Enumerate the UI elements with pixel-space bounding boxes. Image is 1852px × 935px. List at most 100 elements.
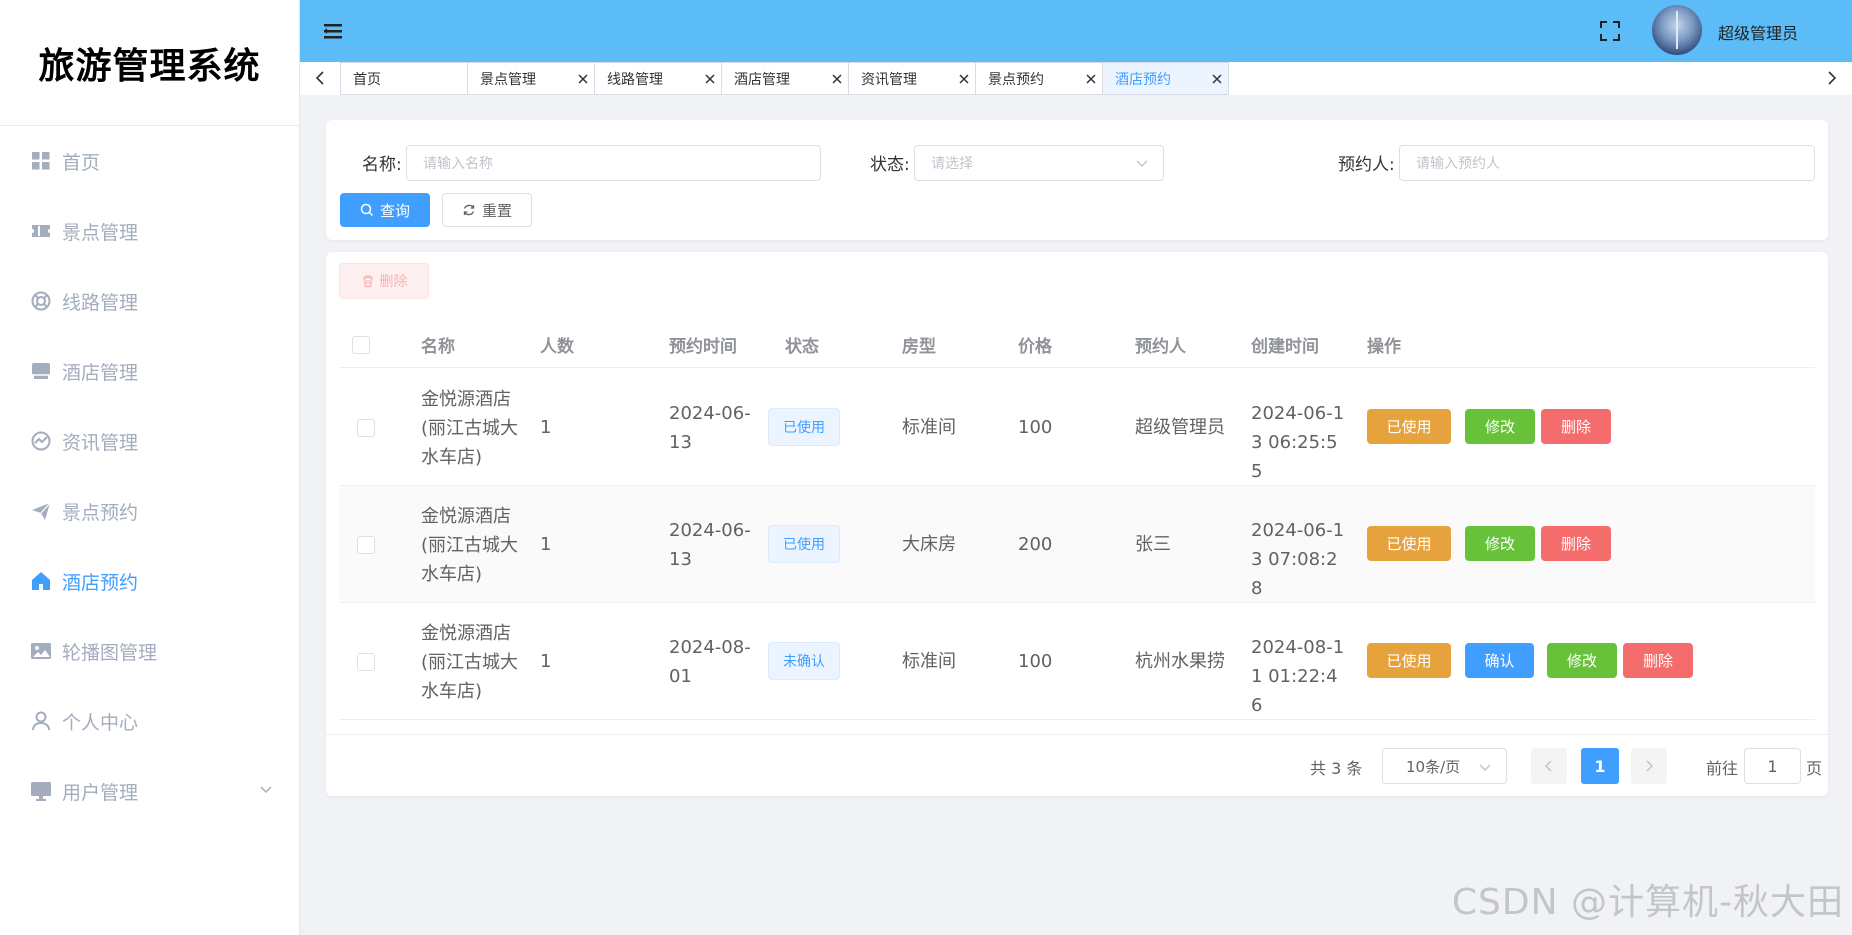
mark-used-button[interactable]: 已使用 bbox=[1367, 526, 1451, 561]
delete-button[interactable]: 删除 bbox=[1541, 409, 1611, 444]
cell-room-type: 标准间 bbox=[902, 651, 956, 672]
tab-routes[interactable]: 线路管理 bbox=[594, 62, 721, 95]
sidebar-item-routes[interactable]: 线路管理 bbox=[0, 266, 299, 336]
booker-input[interactable]: 请输入预约人 bbox=[1399, 145, 1815, 181]
tab-hotel-booking[interactable]: 酒店预约 bbox=[1102, 62, 1229, 95]
mark-used-button[interactable]: 已使用 bbox=[1367, 409, 1451, 444]
column-header: 名称 bbox=[421, 337, 455, 357]
sidebar-item-attractions[interactable]: 景点管理 bbox=[0, 196, 299, 266]
close-icon[interactable] bbox=[576, 72, 590, 86]
cell-booking-time: 2024-06-13 bbox=[669, 520, 751, 570]
tab-home[interactable]: 首页 bbox=[340, 62, 467, 95]
confirm-button[interactable]: 确认 bbox=[1465, 643, 1534, 678]
status-select[interactable]: 请选择 bbox=[914, 145, 1164, 181]
cell-booking-time: 2024-08-01 bbox=[669, 637, 751, 687]
page-number-current[interactable]: 1 bbox=[1581, 748, 1619, 784]
sidebar-item-users[interactable]: 用户管理 bbox=[0, 756, 299, 826]
goto-page-input[interactable]: 1 bbox=[1744, 748, 1801, 784]
ticket-icon bbox=[30, 220, 52, 242]
close-icon[interactable] bbox=[1084, 72, 1098, 86]
column-header: 状态 bbox=[785, 337, 819, 357]
search-panel: 名称: 请输入名称 状态: 请选择 预约人: 请输入预约人 查询 重置 bbox=[326, 120, 1828, 240]
picture-icon bbox=[30, 640, 52, 662]
page-size-value: 10条/页 bbox=[1406, 757, 1461, 776]
search-icon bbox=[360, 203, 374, 217]
status-badge: 已使用 bbox=[768, 525, 840, 563]
next-page-button[interactable] bbox=[1631, 748, 1667, 784]
prev-page-button[interactable] bbox=[1531, 748, 1567, 784]
watermark: CSDN @计算机-秋大田 bbox=[1451, 882, 1844, 923]
mark-used-button[interactable]: 已使用 bbox=[1367, 643, 1451, 678]
user-icon bbox=[30, 710, 52, 732]
query-button-label: 查询 bbox=[379, 201, 410, 220]
sidebar-menu: 首页 景点管理 线路管理 酒店管理 资讯管理 景点预约 酒店预约 轮播图管理 个… bbox=[0, 126, 299, 826]
tab-label: 景点预约 bbox=[988, 71, 1044, 88]
chevron-right-icon[interactable] bbox=[1824, 70, 1840, 86]
sidebar-item-carousel[interactable]: 轮播图管理 bbox=[0, 616, 299, 686]
name-label: 名称: bbox=[362, 155, 402, 175]
home-icon bbox=[30, 570, 52, 592]
batch-delete-label: 删除 bbox=[379, 274, 408, 290]
delete-button[interactable]: 删除 bbox=[1541, 526, 1611, 561]
reset-button[interactable]: 重置 bbox=[442, 193, 532, 227]
status-badge: 未确认 bbox=[768, 642, 840, 680]
close-icon[interactable] bbox=[830, 72, 844, 86]
sidebar-item-home[interactable]: 首页 bbox=[0, 126, 299, 196]
avatar[interactable] bbox=[1652, 5, 1702, 55]
user-name[interactable]: 超级管理员 bbox=[1718, 20, 1798, 44]
delete-button[interactable]: 删除 bbox=[1623, 643, 1693, 678]
sidebar-item-profile[interactable]: 个人中心 bbox=[0, 686, 299, 756]
row-checkbox[interactable] bbox=[357, 653, 375, 671]
tab-label: 首页 bbox=[353, 71, 381, 88]
edit-button[interactable]: 修改 bbox=[1465, 526, 1535, 561]
tab-news[interactable]: 资讯管理 bbox=[848, 62, 975, 95]
close-icon[interactable] bbox=[957, 72, 971, 86]
send-icon bbox=[30, 500, 52, 522]
pager-total: 共 3 条 bbox=[1310, 759, 1363, 778]
tab-attraction-booking[interactable]: 景点预约 bbox=[975, 62, 1102, 95]
sidebar-item-label: 轮播图管理 bbox=[62, 641, 158, 664]
sidebar-item-attraction-booking[interactable]: 景点预约 bbox=[0, 476, 299, 546]
status-select-placeholder: 请选择 bbox=[931, 156, 973, 172]
row-checkbox[interactable] bbox=[357, 419, 375, 437]
row-checkbox[interactable] bbox=[357, 536, 375, 554]
tab-attractions[interactable]: 景点管理 bbox=[467, 62, 594, 95]
cell-price: 200 bbox=[1018, 534, 1053, 555]
tab-label: 资讯管理 bbox=[861, 71, 917, 88]
sidebar-item-label: 酒店管理 bbox=[62, 361, 139, 384]
chevron-down-icon bbox=[260, 786, 272, 794]
grid-icon bbox=[30, 150, 52, 172]
page-size-select[interactable]: 10条/页 bbox=[1382, 748, 1507, 784]
fullscreen-icon[interactable] bbox=[1598, 19, 1622, 43]
sidebar-item-label: 个人中心 bbox=[62, 711, 139, 734]
cell-name: 金悦源酒店(丽江古城大水车店) bbox=[421, 506, 519, 585]
hamburger-icon[interactable] bbox=[322, 20, 344, 42]
close-icon[interactable] bbox=[1210, 72, 1224, 86]
close-icon[interactable] bbox=[703, 72, 717, 86]
tab-label: 景点管理 bbox=[480, 71, 536, 88]
cell-price: 100 bbox=[1018, 651, 1053, 672]
table-row: 金悦源酒店(丽江古城大水车店) 1 2024-08-01 未确认 标准间 100… bbox=[339, 603, 1815, 720]
edit-button[interactable]: 修改 bbox=[1465, 409, 1535, 444]
goto-label: 前往 bbox=[1706, 759, 1739, 778]
trash-icon bbox=[362, 275, 373, 288]
sidebar-item-news[interactable]: 资讯管理 bbox=[0, 406, 299, 476]
app-title: 旅游管理系统 bbox=[0, 0, 299, 126]
query-button[interactable]: 查询 bbox=[340, 193, 430, 227]
batch-delete-button[interactable]: 删除 bbox=[339, 263, 429, 299]
monitor-icon bbox=[30, 780, 52, 802]
tab-label: 酒店预约 bbox=[1115, 71, 1171, 88]
tab-label: 酒店管理 bbox=[734, 71, 790, 88]
tab-hotels[interactable]: 酒店管理 bbox=[721, 62, 848, 95]
select-all-checkbox[interactable] bbox=[352, 336, 370, 354]
column-header: 人数 bbox=[540, 337, 574, 357]
cell-booker: 张三 bbox=[1135, 534, 1171, 555]
sidebar-item-label: 景点管理 bbox=[62, 221, 139, 244]
table-header: 名称 人数 预约时间 状态 房型 价格 预约人 创建时间 操作 bbox=[339, 318, 1815, 368]
chevron-left-icon[interactable] bbox=[312, 70, 328, 86]
column-header: 价格 bbox=[1018, 337, 1052, 357]
edit-button[interactable]: 修改 bbox=[1547, 643, 1617, 678]
sidebar-item-hotels[interactable]: 酒店管理 bbox=[0, 336, 299, 406]
name-input[interactable]: 请输入名称 bbox=[406, 145, 821, 181]
sidebar-item-hotel-booking[interactable]: 酒店预约 bbox=[0, 546, 299, 616]
